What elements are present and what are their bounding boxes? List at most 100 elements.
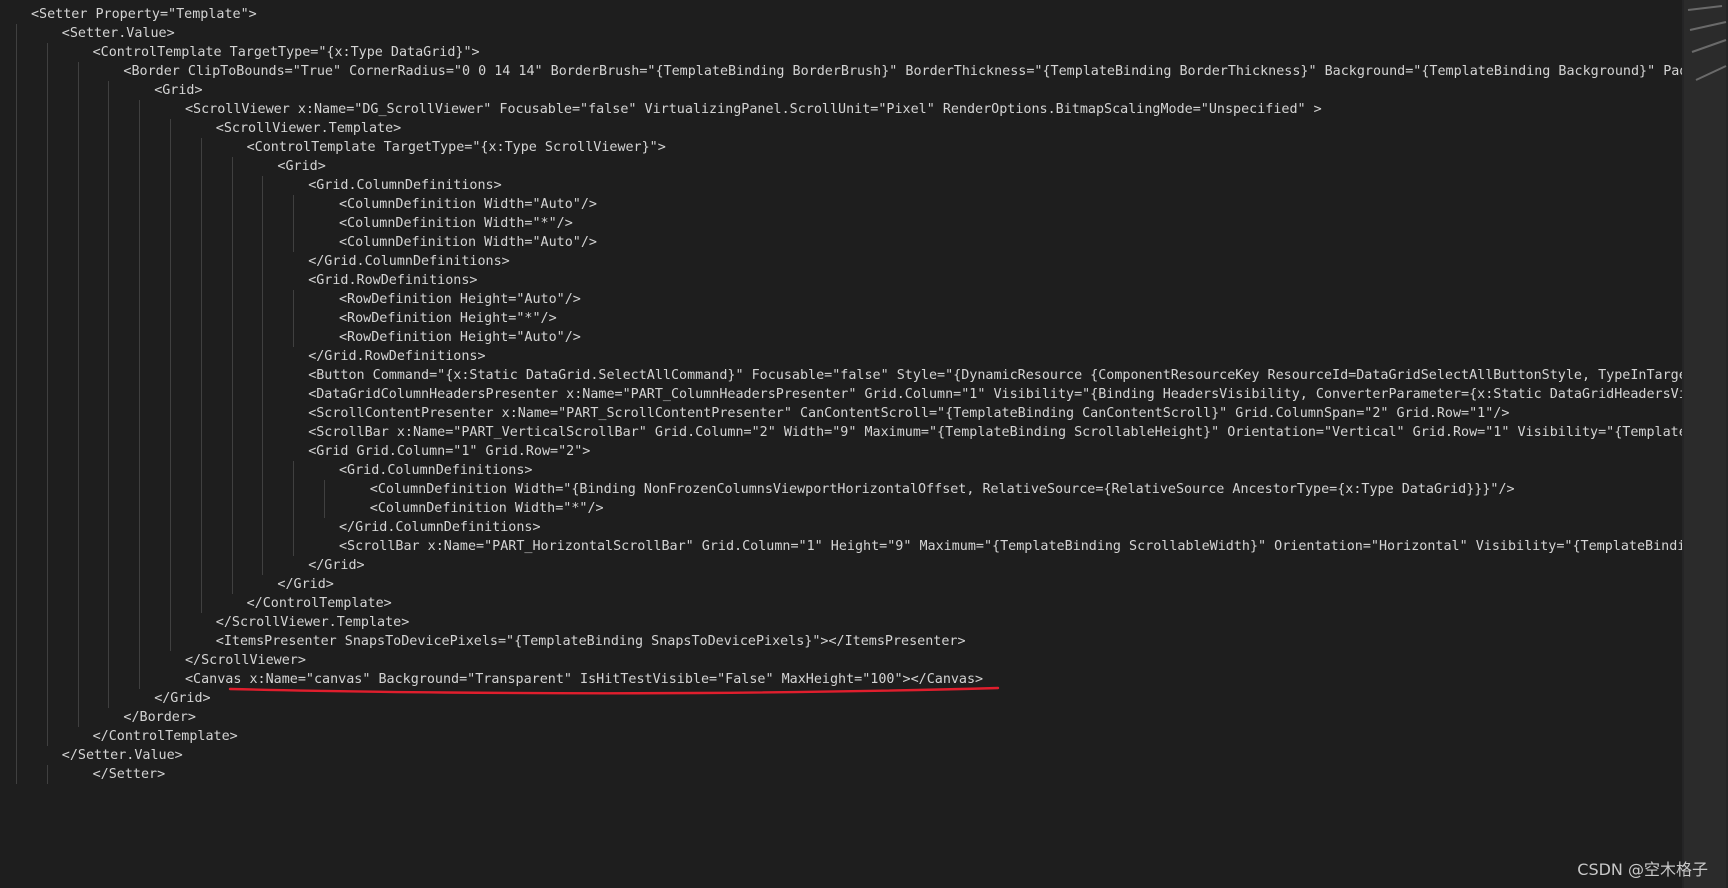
code-text: </Grid> — [308, 558, 365, 573]
indent-guide — [46, 328, 48, 347]
code-line[interactable]: <ItemsPresenter SnapsToDevicePixels="{Te… — [0, 632, 1682, 651]
code-line[interactable]: <DataGridColumnHeadersPresenter x:Name="… — [0, 385, 1682, 404]
indent-guide — [139, 233, 141, 252]
code-line[interactable]: </ControlTemplate> — [0, 727, 1682, 746]
code-line[interactable]: <ColumnDefinition Width="Auto"/> — [0, 233, 1682, 252]
code-line[interactable]: </Grid.ColumnDefinitions> — [0, 518, 1682, 537]
indent-guide — [262, 366, 264, 385]
indent-guide — [231, 328, 233, 347]
indent-guide — [170, 423, 171, 442]
code-text: <Grid> — [154, 83, 203, 98]
indent-guide — [200, 347, 202, 366]
indent-guide — [77, 195, 79, 214]
code-text: </Grid> — [277, 577, 334, 592]
code-line[interactable]: <ControlTemplate TargetType="{x:Type Scr… — [0, 138, 1682, 157]
indent-guide — [16, 271, 17, 290]
code-line[interactable]: <Setter.Value> — [0, 24, 1682, 43]
code-line[interactable]: <Setter Property="Template"> — [0, 5, 1682, 24]
code-text: </Setter> — [92, 767, 166, 782]
indent-guide — [293, 537, 295, 556]
indent-guide — [46, 119, 48, 138]
code-line[interactable]: </Border> — [0, 708, 1682, 727]
code-text: </ControlTemplate> — [92, 729, 238, 744]
code-line[interactable]: <ScrollContentPresenter x:Name="PART_Scr… — [0, 404, 1682, 423]
code-text: <Grid.ColumnDefinitions> — [339, 463, 533, 478]
indent-guide — [262, 537, 264, 556]
indent-guide — [77, 347, 79, 366]
code-line[interactable]: </Grid> — [0, 556, 1682, 575]
indent-guide — [108, 670, 110, 689]
indent-guide — [170, 290, 171, 309]
code-line[interactable]: <ScrollViewer x:Name="DG_ScrollViewer" F… — [0, 100, 1682, 119]
indent-guide — [46, 499, 48, 518]
code-line[interactable]: <Border ClipToBounds="True" CornerRadius… — [0, 62, 1682, 81]
code-line[interactable]: <RowDefinition Height="Auto"/> — [0, 328, 1682, 347]
code-text: <ColumnDefinition Width="*"/> — [339, 216, 573, 231]
indent-guide — [200, 328, 202, 347]
code-line[interactable]: <Button Command="{x:Static DataGrid.Sele… — [0, 366, 1682, 385]
indent-guide — [139, 575, 141, 594]
indent-guide — [108, 556, 110, 575]
indent-guide — [108, 309, 110, 328]
indent-guide — [108, 423, 110, 442]
indent-guide — [139, 632, 141, 651]
code-line[interactable]: <Grid.RowDefinitions> — [0, 271, 1682, 290]
indent-guide — [262, 328, 264, 347]
code-line[interactable]: <Grid> — [0, 157, 1682, 176]
code-text: <Border ClipToBounds="True" CornerRadius… — [123, 64, 1682, 79]
code-text: <ScrollContentPresenter x:Name="PART_Scr… — [308, 406, 1510, 421]
code-line[interactable]: <ColumnDefinition Width="*"/> — [0, 499, 1682, 518]
indent-guide — [77, 594, 79, 613]
indent-guide — [262, 461, 264, 480]
indent-guide — [108, 195, 110, 214]
code-line[interactable]: <Grid.ColumnDefinitions> — [0, 461, 1682, 480]
indent-guide — [108, 81, 110, 100]
code-editor[interactable]: <Setter Property="Template"> <Setter.Valu… — [0, 0, 1682, 888]
red-underline-annotation — [228, 686, 1000, 695]
indent-guide — [77, 328, 79, 347]
code-line[interactable]: </ScrollViewer> — [0, 651, 1682, 670]
indent-guide — [46, 689, 48, 708]
code-line[interactable]: <ScrollBar x:Name="PART_VerticalScrollBa… — [0, 423, 1682, 442]
indent-guide — [16, 518, 17, 537]
indent-guide — [139, 290, 141, 309]
vertical-scrollbar[interactable] — [1682, 0, 1728, 888]
code-text: </Grid.ColumnDefinitions> — [339, 520, 541, 535]
indent-guide — [231, 499, 233, 518]
indent-guide — [293, 214, 295, 233]
code-line[interactable]: <RowDefinition Height="Auto"/> — [0, 290, 1682, 309]
code-line[interactable]: <ScrollViewer.Template> — [0, 119, 1682, 138]
indent-guide — [231, 233, 233, 252]
indent-guide — [170, 328, 171, 347]
code-text: <ColumnDefinition Width="*"/> — [369, 501, 604, 516]
code-line[interactable]: <ScrollBar x:Name="PART_HorizontalScroll… — [0, 537, 1682, 556]
code-line[interactable]: <ControlTemplate TargetType="{x:Type Dat… — [0, 43, 1682, 62]
code-line[interactable]: <Grid.ColumnDefinitions> — [0, 176, 1682, 195]
code-line[interactable]: <Grid> — [0, 81, 1682, 100]
indent-guide — [108, 138, 110, 157]
scrollbar-thumb[interactable] — [1684, 0, 1726, 888]
indent-guide — [139, 195, 141, 214]
code-line[interactable]: </Grid.ColumnDefinitions> — [0, 252, 1682, 271]
indent-guide — [108, 480, 110, 499]
code-line[interactable]: </Setter> — [0, 765, 1682, 784]
code-line[interactable]: </ControlTemplate> — [0, 594, 1682, 613]
indent-guide — [46, 176, 48, 195]
indent-guide — [16, 575, 17, 594]
indent-guide — [77, 404, 79, 423]
code-line[interactable]: <ColumnDefinition Width="*"/> — [0, 214, 1682, 233]
indent-guide — [262, 442, 264, 461]
indent-guide — [16, 157, 17, 176]
indent-guide — [108, 100, 110, 119]
code-line[interactable]: <ColumnDefinition Width="Auto"/> — [0, 195, 1682, 214]
code-line[interactable]: <Grid Grid.Column="1" Grid.Row="2"> — [0, 442, 1682, 461]
code-line[interactable]: <RowDefinition Height="*"/> — [0, 309, 1682, 328]
code-line[interactable]: </Setter.Value> — [0, 746, 1682, 765]
code-line[interactable]: </Grid.RowDefinitions> — [0, 347, 1682, 366]
indent-guide — [139, 670, 141, 689]
code-line[interactable]: </ScrollViewer.Template> — [0, 613, 1682, 632]
code-line[interactable]: </Grid> — [0, 575, 1682, 594]
indent-guide — [262, 290, 264, 309]
code-line[interactable]: <ColumnDefinition Width="{Binding NonFro… — [0, 480, 1682, 499]
indent-guide — [77, 233, 79, 252]
